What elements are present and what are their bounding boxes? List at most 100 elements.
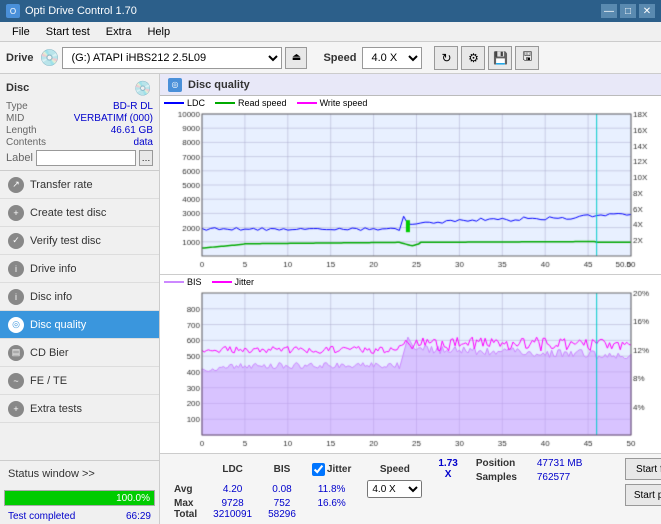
disc-header: Disc 💿 [6, 78, 153, 98]
jitter-checkbox[interactable] [312, 463, 325, 476]
stats-table: LDC BIS Jitter Speed 1.73 X Avg [166, 458, 466, 520]
stats-total-bis: 58296 [260, 509, 304, 520]
speed-label: Speed [323, 52, 356, 64]
stats-col-ldc: LDC [205, 458, 260, 480]
speed-display: 1.73 X [438, 458, 457, 480]
stats-header-row: LDC BIS Jitter Speed 1.73 X [166, 458, 466, 480]
write-speed-color [297, 102, 317, 104]
fe-te-icon: ~ [8, 373, 24, 389]
sidebar-label-create-test-disc: Create test disc [30, 207, 106, 219]
legend-write-speed: Write speed [297, 98, 368, 108]
charts-container: LDC Read speed Write speed [160, 96, 661, 453]
stats-panel: LDC BIS Jitter Speed 1.73 X Avg [160, 453, 661, 524]
chart1-wrapper: LDC Read speed Write speed [160, 96, 661, 275]
legend-jitter: Jitter [212, 277, 255, 287]
speed-select[interactable]: 4.0 X [362, 47, 422, 69]
samples-label: Samples [476, 472, 531, 483]
sidebar-label-fe-te: FE / TE [30, 375, 67, 387]
status-section: Status window >> 100.0% Test completed 6… [0, 460, 159, 524]
drive-cd-icon: 💿 [40, 48, 60, 68]
legend-ldc: LDC [164, 98, 205, 108]
sidebar-item-verify-test-disc[interactable]: ✓ Verify test disc [0, 227, 159, 255]
status-bottom: Test completed 66:29 [0, 509, 159, 524]
stats-avg-bis: 0.08 [260, 480, 304, 498]
stats-max-ldc: 9728 [205, 498, 260, 509]
disc-mid-value: VERBATIMf (000) [74, 113, 153, 124]
start-part-button[interactable]: Start part [625, 484, 661, 506]
disc-mid-row: MID VERBATIMf (000) [6, 113, 153, 124]
sidebar-item-create-test-disc[interactable]: + Create test disc [0, 199, 159, 227]
toolbar-buttons: ↻ ⚙ 💾 🖫 [434, 46, 539, 70]
disc-label-key: Label [6, 152, 33, 164]
status-window-nav[interactable]: Status window >> [0, 461, 159, 487]
drive-select[interactable]: (G:) ATAPI iHBS212 2.5L09 [62, 47, 282, 69]
window-controls: — □ ✕ [601, 4, 655, 18]
eject-button[interactable]: ⏏ [285, 47, 307, 69]
menu-start-test[interactable]: Start test [38, 24, 98, 40]
stats-total-ldc: 3210091 [205, 509, 260, 520]
sidebar-item-fe-te[interactable]: ~ FE / TE [0, 367, 159, 395]
stats-avg-row: Avg 4.20 0.08 11.8% 4.0 X [166, 480, 466, 498]
chart2-wrapper: BIS Jitter [160, 275, 661, 453]
quality-header: ◎ Disc quality [160, 74, 661, 96]
start-full-button[interactable]: Start full [625, 458, 661, 480]
disc-type-row: Type BD-R DL [6, 101, 153, 112]
sidebar-label-transfer-rate: Transfer rate [30, 179, 93, 191]
jitter-color [212, 281, 232, 283]
menu-file[interactable]: File [4, 24, 38, 40]
stats-total-row: Total 3210091 58296 [166, 509, 466, 520]
settings-button[interactable]: ⚙ [461, 46, 485, 70]
right-stats: Position 47731 MB Samples 762577 [476, 458, 607, 483]
menu-extra[interactable]: Extra [98, 24, 140, 40]
jitter-label: Jitter [327, 464, 351, 475]
position-label: Position [476, 458, 531, 469]
drive-bar: Drive 💿 (G:) ATAPI iHBS212 2.5L09 ⏏ Spee… [0, 42, 661, 74]
extra-tests-icon: + [8, 401, 24, 417]
disc-panel: Disc 💿 Type BD-R DL MID VERBATIMf (000) … [0, 74, 159, 171]
action-buttons: Start full Start part [625, 458, 661, 506]
stats-speed-select[interactable]: 4.0 X [367, 480, 422, 498]
stats-col-speed-val: 1.73 X [430, 458, 465, 480]
disc-icon: 💿 [133, 78, 153, 98]
stats-col-speed-label: Speed [359, 458, 430, 480]
stats-total-label: Total [166, 509, 205, 520]
menu-bar: File Start test Extra Help [0, 22, 661, 42]
disc-button[interactable]: 💾 [488, 46, 512, 70]
position-row: Position 47731 MB [476, 458, 607, 469]
read-speed-color [215, 102, 235, 104]
legend-write-speed-label: Write speed [320, 98, 368, 108]
disc-label-button[interactable]: … [139, 150, 153, 166]
chart2-canvas [160, 289, 661, 453]
sidebar-label-cd-bier: CD Bier [30, 347, 69, 359]
stats-col-empty [166, 458, 205, 480]
content-area: ◎ Disc quality LDC Read speed [160, 74, 661, 524]
drive-selector: 💿 (G:) ATAPI iHBS212 2.5L09 ⏏ [40, 47, 308, 69]
sidebar-item-cd-bier[interactable]: ▤ CD Bier [0, 339, 159, 367]
status-completed-text: Test completed [4, 510, 79, 523]
sidebar-item-transfer-rate[interactable]: ↗ Transfer rate [0, 171, 159, 199]
sidebar-item-extra-tests[interactable]: + Extra tests [0, 395, 159, 423]
legend-bis-label: BIS [187, 277, 202, 287]
stats-max-jitter: 16.6% [304, 498, 359, 509]
minimize-button[interactable]: — [601, 4, 617, 18]
stats-avg-label: Avg [166, 480, 205, 498]
save-button[interactable]: 🖫 [515, 46, 539, 70]
transfer-rate-icon: ↗ [8, 177, 24, 193]
disc-quality-icon: ◎ [8, 317, 24, 333]
maximize-button[interactable]: □ [620, 4, 636, 18]
stats-max-label: Max [166, 498, 205, 509]
create-test-disc-icon: + [8, 205, 24, 221]
sidebar-item-disc-info[interactable]: i Disc info [0, 283, 159, 311]
progress-bar-container: 100.0% [4, 490, 155, 506]
progress-text: 100.0% [116, 493, 150, 504]
sidebar-item-disc-quality[interactable]: ◎ Disc quality [0, 311, 159, 339]
status-time-text: 66:29 [122, 510, 155, 523]
samples-value: 762577 [537, 472, 607, 483]
refresh-button[interactable]: ↻ [434, 46, 458, 70]
sidebar-label-extra-tests: Extra tests [30, 403, 82, 415]
close-button[interactable]: ✕ [639, 4, 655, 18]
menu-help[interactable]: Help [139, 24, 178, 40]
app-icon: O [6, 4, 20, 18]
sidebar-item-drive-info[interactable]: i Drive info [0, 255, 159, 283]
disc-label-input[interactable] [36, 150, 136, 166]
